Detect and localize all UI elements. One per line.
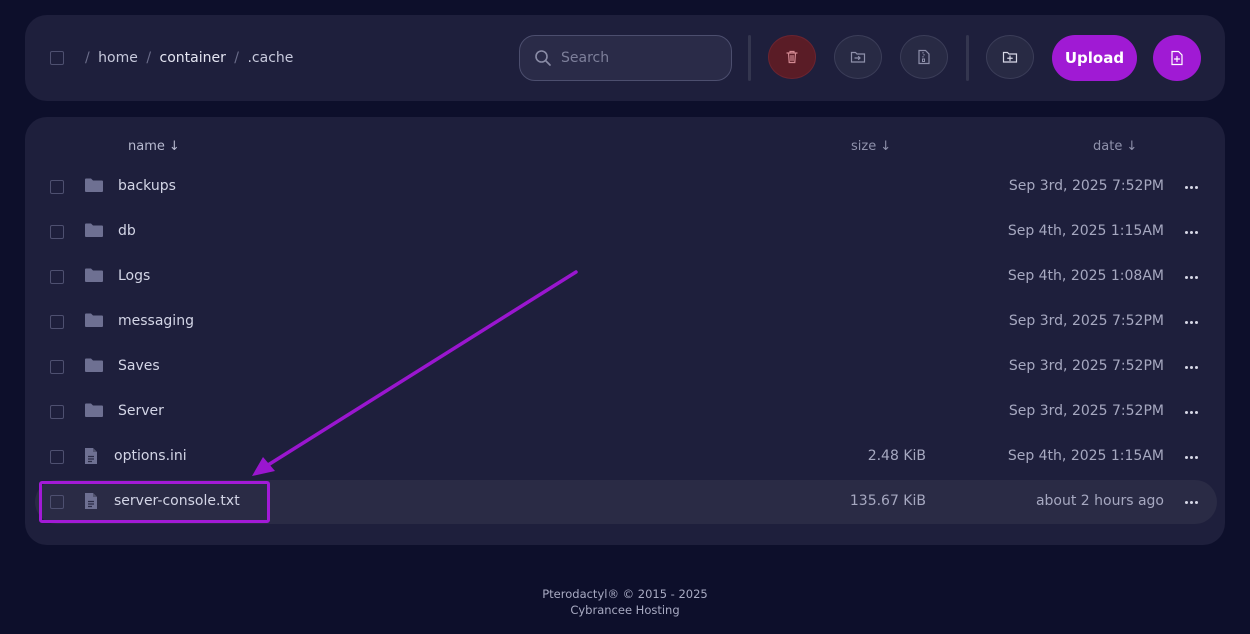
- footer-hosting: Cybrancee Hosting: [570, 603, 680, 617]
- footer-copyright: Pterodactyl® © 2015 - 2025: [542, 587, 708, 601]
- footer: Pterodactyl® © 2015 - 2025 Cybrancee Hos…: [0, 586, 1250, 618]
- annotation-arrow: [252, 270, 578, 476]
